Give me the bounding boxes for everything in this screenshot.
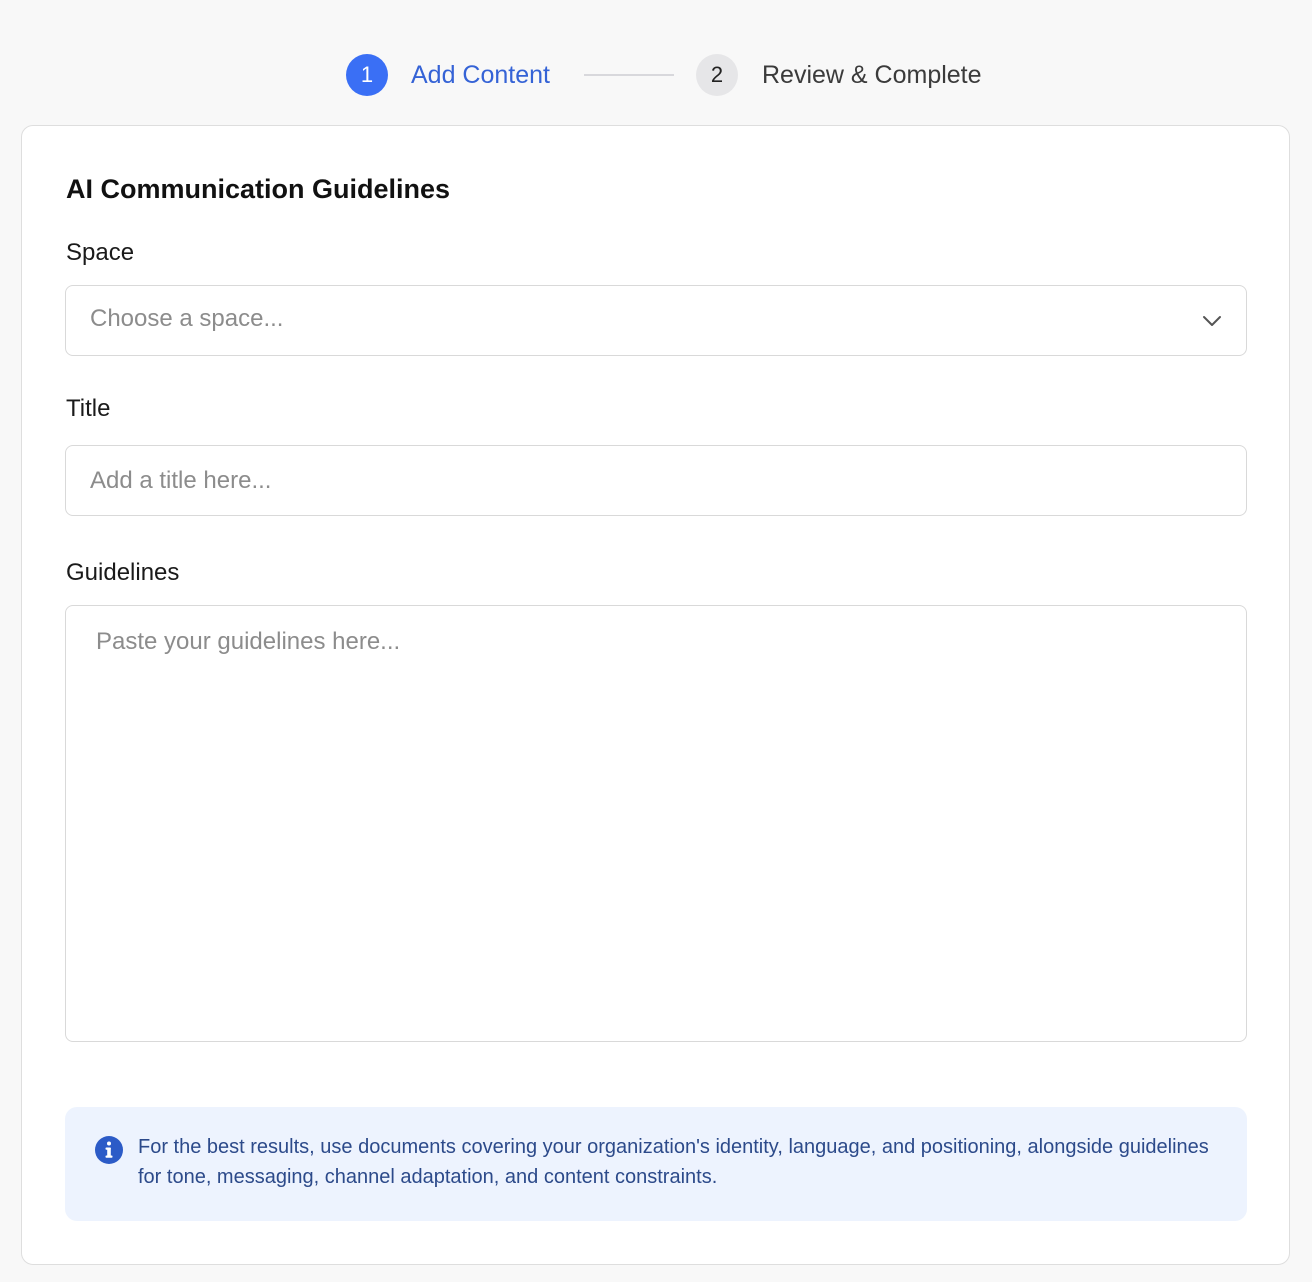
info-callout: For the best results, use documents cove… [65, 1107, 1247, 1221]
space-label: Space [66, 239, 135, 266]
step-1-indicator[interactable]: 1 [346, 54, 388, 96]
title-input[interactable] [65, 445, 1247, 516]
step-2-indicator[interactable]: 2 [696, 54, 738, 96]
chevron-down-icon [1203, 316, 1221, 326]
step-1-number: 1 [360, 62, 374, 87]
guidelines-label: Guidelines [66, 559, 180, 586]
step-2-label[interactable]: Review & Complete [762, 59, 982, 91]
stepper: 1 Add Content 2 Review & Complete [0, 0, 1312, 124]
guidelines-textarea[interactable] [65, 605, 1247, 1042]
space-select-placeholder: Choose a space... [90, 305, 284, 332]
step-2-number: 2 [710, 62, 724, 87]
guidelines-form-card: AI Communication Guidelines Space Choose… [21, 125, 1290, 1265]
space-select[interactable]: Choose a space... [65, 285, 1247, 356]
title-label: Title [66, 395, 111, 422]
form-title: AI Communication Guidelines [66, 174, 451, 204]
info-icon [95, 1136, 123, 1164]
info-text: For the best results, use documents cove… [138, 1136, 1209, 1188]
step-connector [584, 74, 674, 76]
step-1-label[interactable]: Add Content [411, 59, 550, 91]
